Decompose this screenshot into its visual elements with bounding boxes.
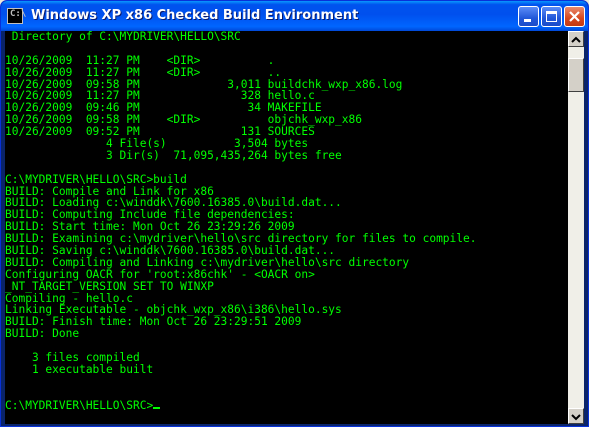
scroll-down-button[interactable] — [568, 408, 584, 424]
console-line: BUILD: Finish time: Mon Oct 26 23:29:51 … — [5, 315, 302, 329]
console-line: 10/26/2009 11:27 PM <DIR> .. — [5, 65, 282, 79]
chevron-down-icon — [571, 414, 581, 421]
console-line: 10/26/2009 11:27 PM <DIR> . — [5, 53, 275, 67]
close-icon — [569, 11, 580, 22]
console-icon[interactable]: C:\ — [7, 8, 26, 24]
scroll-up-button[interactable] — [568, 31, 584, 47]
console-line: Directory of C:\MYDRIVER\HELLO\SRC — [5, 31, 241, 43]
console-output[interactable]: Directory of C:\MYDRIVER\HELLO\SRC 10/26/… — [5, 31, 568, 424]
console-window: C:\ Windows XP x86 Checked Build Environ… — [0, 0, 589, 427]
vertical-scrollbar[interactable] — [568, 31, 584, 424]
title-bar[interactable]: C:\ Windows XP x86 Checked Build Environ… — [1, 1, 588, 31]
console-prompt-line[interactable]: C:\MYDRIVER\HELLO\SRC> — [5, 398, 568, 412]
minimize-icon — [524, 19, 531, 22]
console-line: Configuring OACR for 'root:x86chk' - <OA… — [5, 267, 315, 281]
maximize-icon — [546, 11, 557, 22]
maximize-button[interactable] — [541, 6, 562, 27]
command-prompt: C:\MYDRIVER\HELLO\SRC> — [5, 398, 154, 412]
window-title: Windows XP x86 Checked Build Environment — [31, 8, 359, 23]
close-button[interactable] — [564, 6, 585, 27]
text-cursor — [153, 406, 161, 409]
console-frame: Directory of C:\MYDRIVER\HELLO\SRC 10/26/… — [5, 31, 584, 424]
console-line: BUILD: Done — [5, 327, 80, 341]
chevron-up-icon — [571, 36, 581, 43]
console-line: C:\MYDRIVER\HELLO\SRC>build — [5, 172, 187, 186]
console-line: 1 executable built — [5, 362, 154, 376]
console-line: 3 Dir(s) 71,095,435,264 bytes free — [5, 148, 342, 162]
scroll-thumb[interactable] — [568, 58, 584, 92]
minimize-button[interactable] — [518, 6, 539, 27]
console-line: _NT_TARGET_VERSION SET TO WINXP — [5, 279, 214, 293]
